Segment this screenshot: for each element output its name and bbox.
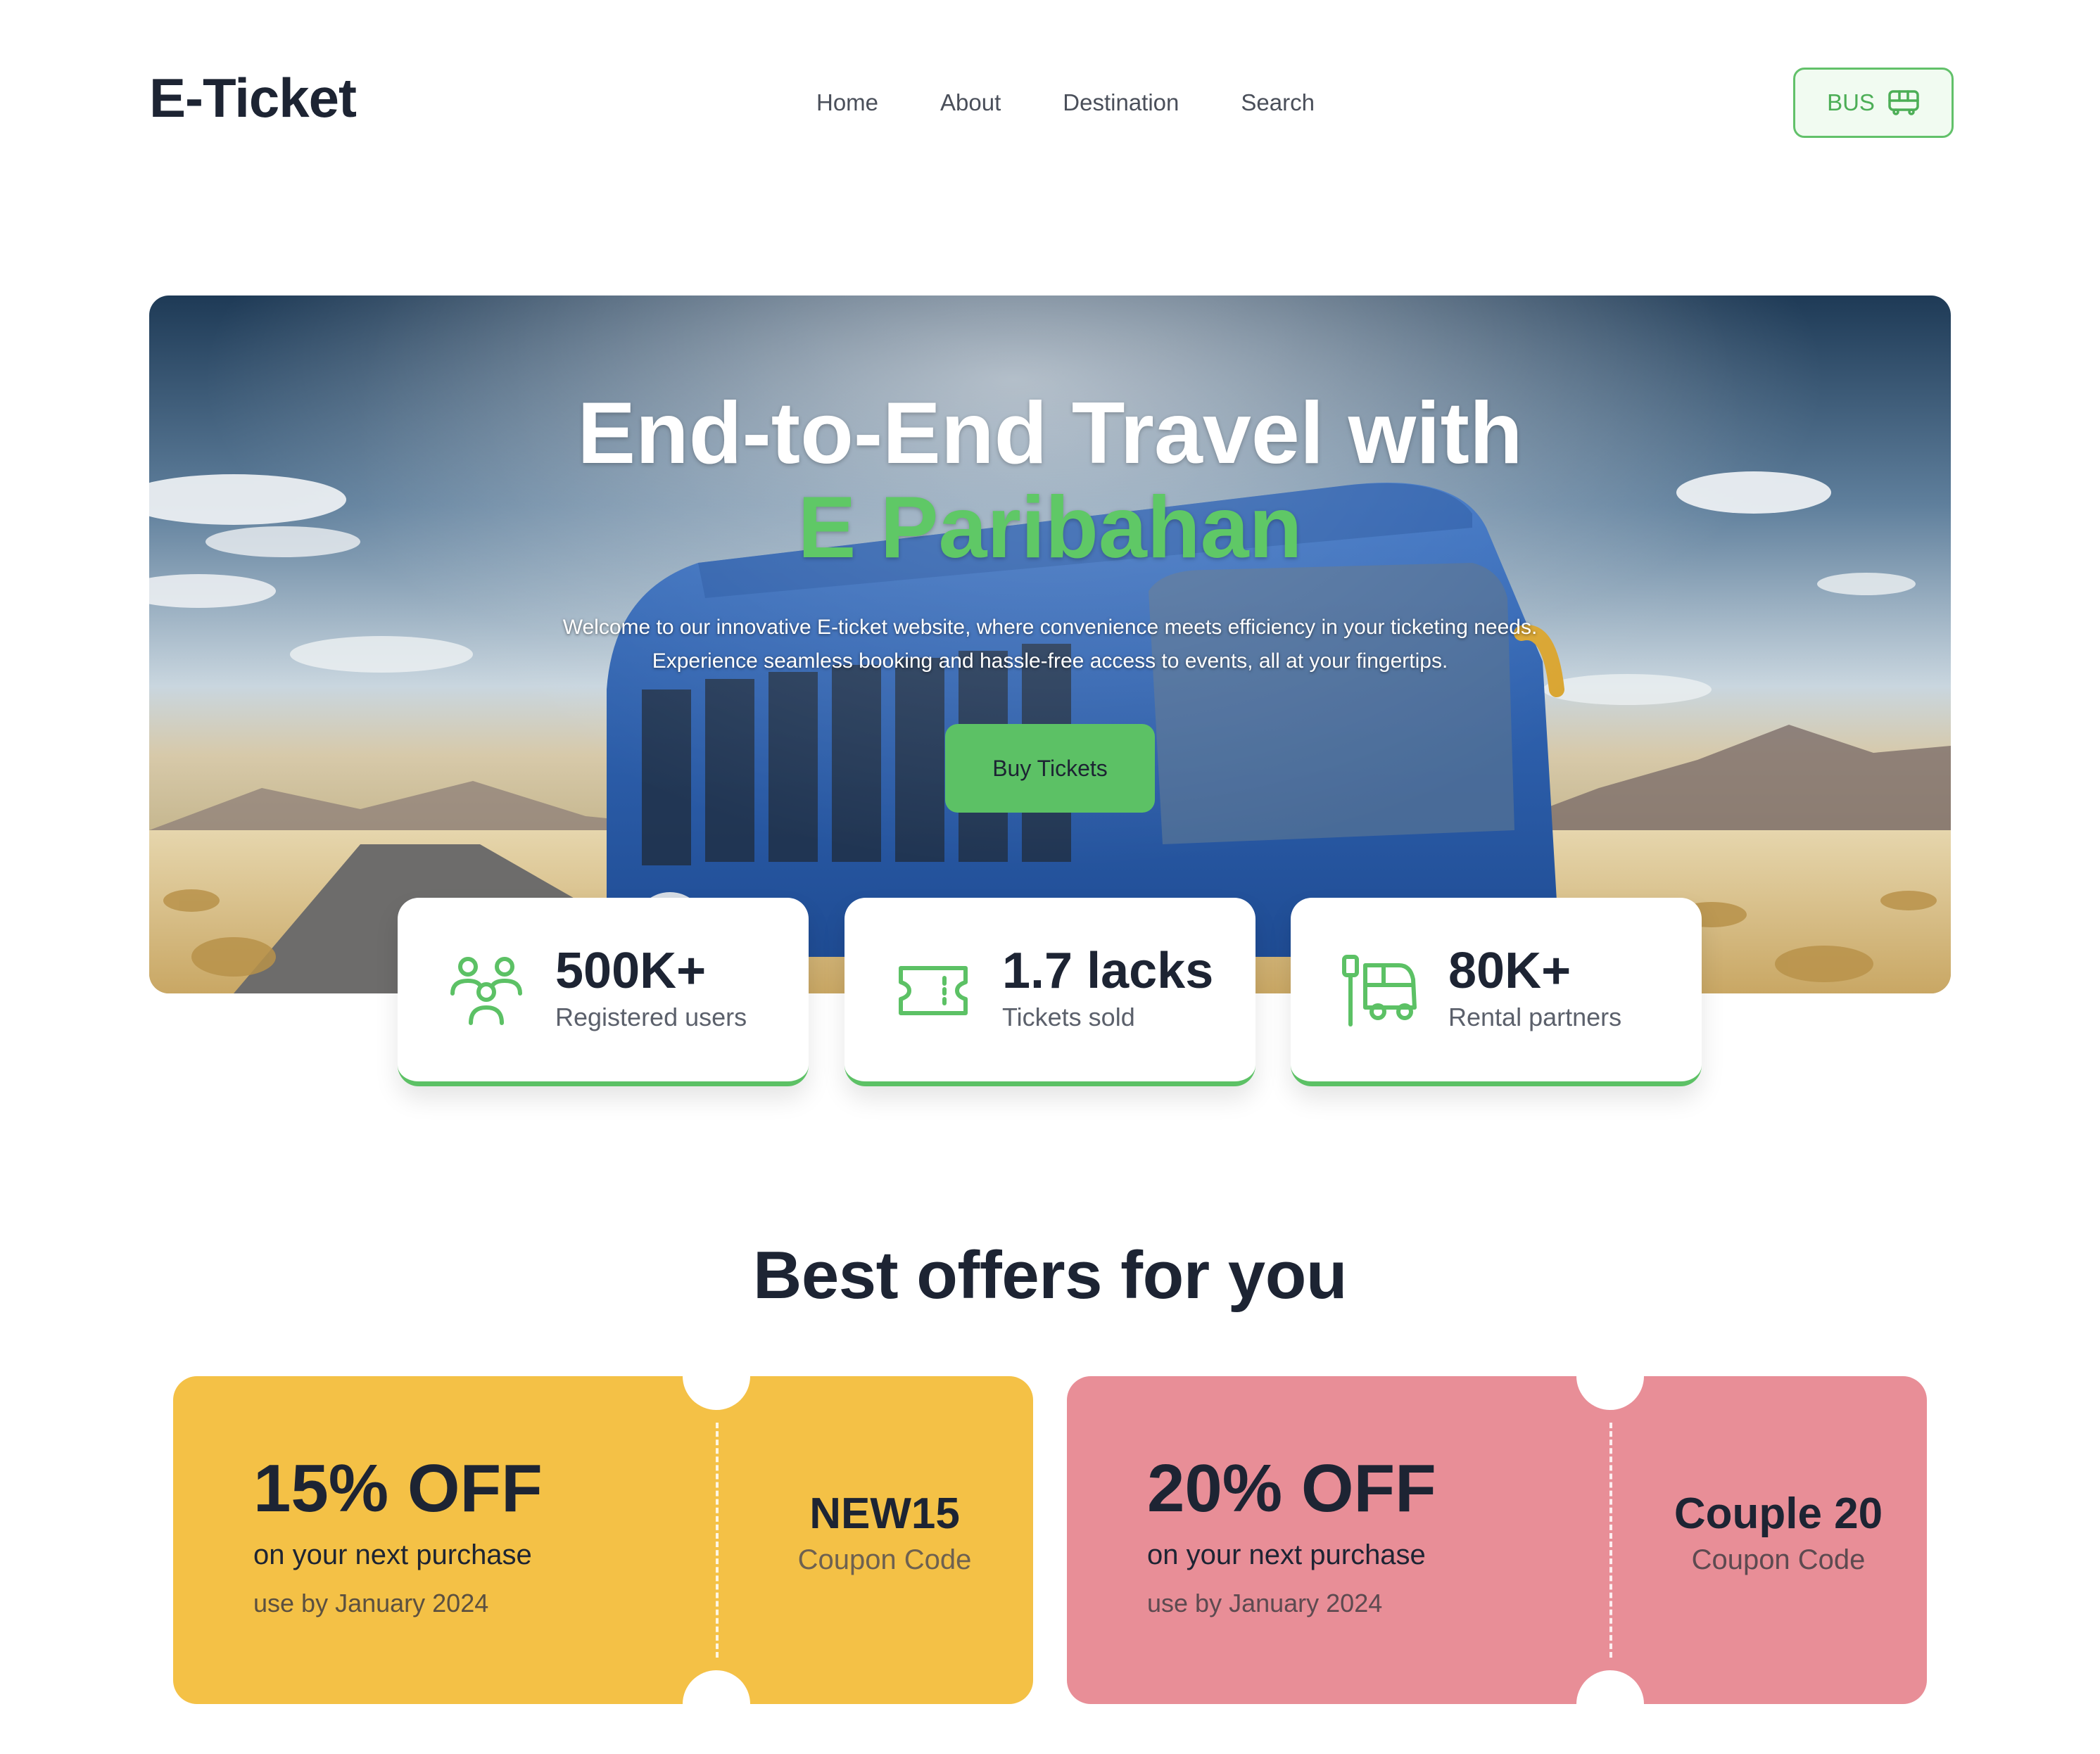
hero-title-line1: End-to-End Travel with	[577, 385, 1523, 482]
offer-subtitle: on your next purchase	[253, 1539, 532, 1570]
ticket-icon	[899, 966, 968, 1015]
bus-icon	[1888, 90, 1919, 115]
offer-validity: use by January 2024	[253, 1589, 489, 1618]
nav-link-home[interactable]: Home	[816, 89, 878, 115]
users-icon	[450, 957, 522, 1025]
coupon-code-label: Coupon Code	[797, 1544, 972, 1576]
hero-description-line1: Welcome to our innovative E-ticket websi…	[562, 616, 1538, 639]
coupon-code-label: Coupon Code	[1691, 1544, 1866, 1576]
hero-title-highlight: E Paribahan	[797, 478, 1303, 576]
stat-value: 1.7 lacks	[1002, 943, 1214, 999]
nav-link-about[interactable]: About	[940, 89, 1001, 115]
stat-value: 80K+	[1448, 943, 1571, 999]
brand-logo[interactable]: E-Ticket	[149, 70, 357, 125]
bus-button-label: BUS	[1827, 89, 1875, 115]
coupon-code-block: NEW15 Coupon Code	[736, 1489, 1033, 1576]
stat-card-users: 500K+ Registered users	[398, 898, 809, 1086]
stat-value: 500K+	[555, 943, 707, 999]
coupon-divider	[716, 1423, 719, 1658]
offer-discount: 15% OFF	[253, 1451, 543, 1526]
coupon-code-block: Couple 20 Coupon Code	[1630, 1489, 1927, 1576]
stat-label: Registered users	[555, 1003, 747, 1031]
stat-card-tickets: 1.7 lacks Tickets sold	[845, 898, 1255, 1086]
stat-label: Rental partners	[1448, 1003, 1622, 1031]
offer-coupon-card[interactable]: 15% OFF on your next purchase use by Jan…	[173, 1376, 1033, 1704]
offers-section-title: Best offers for you	[753, 1238, 1347, 1313]
buy-tickets-button[interactable]: Buy Tickets	[945, 724, 1155, 813]
coupon-code[interactable]: NEW15	[736, 1489, 1033, 1539]
coupon-code[interactable]: Couple 20	[1630, 1489, 1927, 1539]
bus-stop-icon	[1342, 955, 1417, 1027]
hero-banner: End-to-End Travel with E Paribahan Welco…	[149, 295, 1951, 993]
offer-subtitle: on your next purchase	[1147, 1539, 1426, 1570]
stat-card-partners: 80K+ Rental partners	[1291, 898, 1702, 1086]
hero-description-line2: Experience seamless booking and hassle-f…	[652, 649, 1448, 673]
bus-button[interactable]: BUS	[1793, 68, 1954, 138]
offer-discount: 20% OFF	[1147, 1451, 1436, 1526]
hero-title: End-to-End Travel with E Paribahan	[149, 385, 1951, 576]
stat-label: Tickets sold	[1002, 1003, 1135, 1031]
offer-coupon-card[interactable]: 20% OFF on your next purchase use by Jan…	[1067, 1376, 1927, 1704]
offer-validity: use by January 2024	[1147, 1589, 1383, 1618]
main-nav: Home About Destination Search	[816, 89, 1315, 115]
nav-link-search[interactable]: Search	[1241, 89, 1315, 115]
nav-link-destination[interactable]: Destination	[1063, 89, 1179, 115]
coupon-divider	[1609, 1423, 1612, 1658]
hero-description: Welcome to our innovative E-ticket websi…	[149, 611, 1951, 678]
